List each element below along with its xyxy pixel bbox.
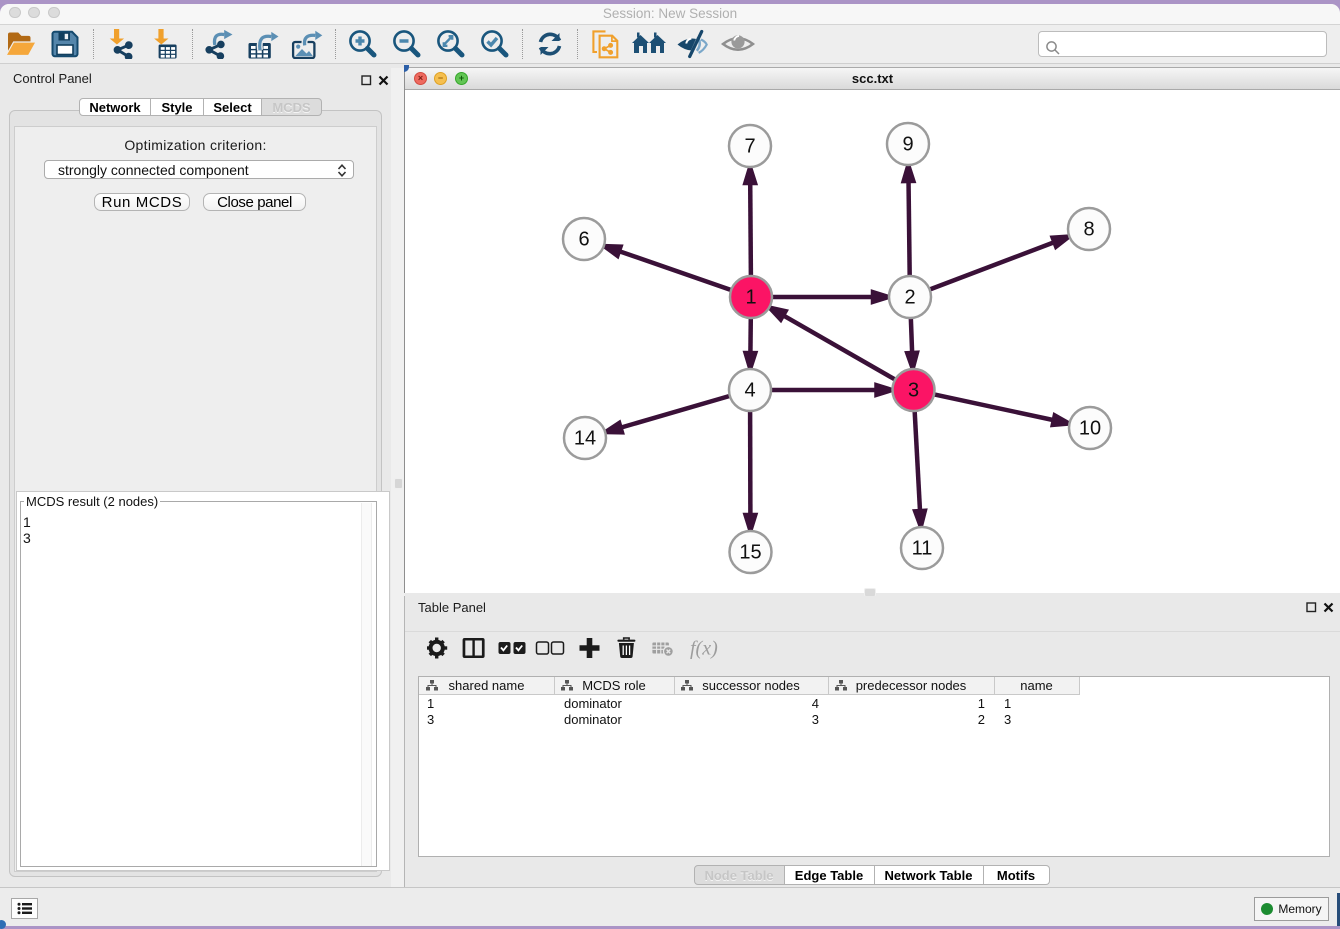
svg-text:8: 8 (1083, 219, 1094, 241)
svg-text:4: 4 (744, 380, 755, 402)
svg-text:6: 6 (578, 229, 589, 251)
svg-text:9: 9 (902, 134, 913, 156)
svg-text:15: 15 (739, 542, 761, 564)
svg-text:1: 1 (745, 287, 756, 309)
svg-text:2: 2 (904, 287, 915, 309)
svg-text:11: 11 (912, 538, 933, 560)
svg-text:7: 7 (744, 136, 755, 158)
svg-text:f(x): f(x) (690, 638, 718, 660)
svg-text:14: 14 (574, 428, 596, 450)
svg-text:10: 10 (1079, 418, 1101, 440)
svg-text:3: 3 (908, 380, 919, 402)
